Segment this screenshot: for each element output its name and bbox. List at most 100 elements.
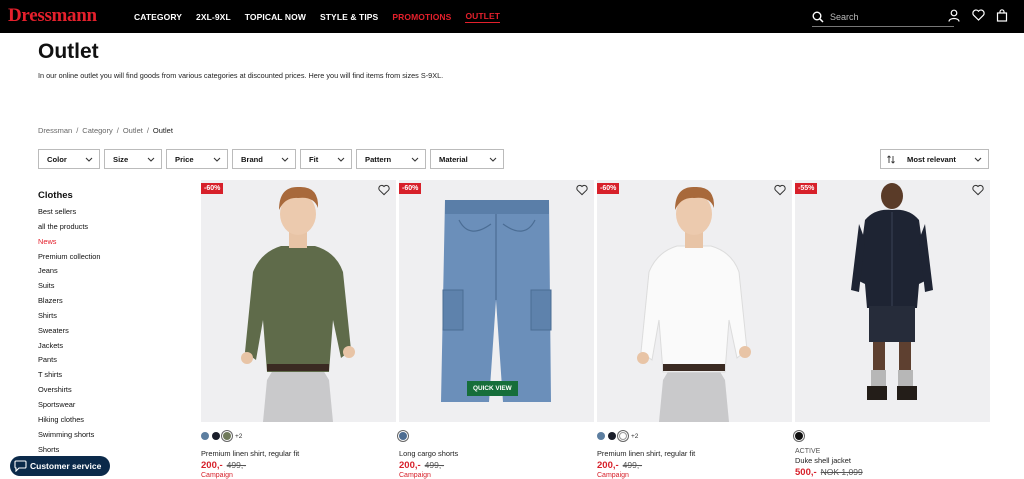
sidebar-item-pants[interactable]: Pants — [38, 353, 100, 368]
color-swatch[interactable] — [608, 432, 616, 440]
sort-label: Most relevant — [907, 154, 956, 164]
man-shell-jacket-image — [851, 183, 933, 400]
sidebar-item-t-shirts[interactable]: T shirts — [38, 368, 100, 383]
chevron-down-icon — [974, 157, 982, 162]
color-swatch-selected[interactable] — [399, 432, 407, 440]
wishlist-heart-icon[interactable] — [774, 184, 786, 196]
color-swatch-selected[interactable] — [619, 432, 627, 440]
nav-category[interactable]: CATEGORY — [134, 12, 182, 22]
wishlist-heart-icon[interactable] — [576, 184, 588, 196]
product-card[interactable]: -60% +2 Premium linen shirt, regular fit… — [597, 180, 792, 479]
breadcrumb-category[interactable]: Category — [82, 126, 112, 135]
page-intro: In our online outlet you will find goods… — [38, 71, 444, 80]
product-name[interactable]: Duke shell jacket — [795, 456, 990, 465]
product-name[interactable]: Long cargo shorts — [399, 449, 594, 458]
nav-promotions[interactable]: PROMOTIONS — [392, 12, 451, 22]
color-swatch[interactable] — [597, 432, 605, 440]
sidebar-item-hiking-clothes[interactable]: Hiking clothes — [38, 413, 100, 428]
product-image[interactable]: -60% — [597, 180, 792, 422]
sidebar-item-news[interactable]: News — [38, 235, 100, 250]
chevron-down-icon — [147, 157, 155, 162]
color-swatch-selected[interactable] — [223, 432, 231, 440]
filter-color[interactable]: Color — [38, 149, 100, 169]
sidebar-item-premium-collection[interactable]: Premium collection — [38, 250, 100, 265]
quick-view-button[interactable]: QUICK VIEW — [467, 381, 518, 396]
product-prices: 200,- 499,- — [399, 460, 594, 471]
discount-badge: -60% — [399, 183, 422, 194]
chevron-down-icon — [213, 157, 221, 162]
nav-outlet[interactable]: OUTLET — [465, 11, 501, 23]
dressmann-logo[interactable]: Dressmann — [8, 5, 97, 27]
product-card[interactable]: -60% +2 Premium linen shirt, regular fit… — [201, 180, 396, 479]
bag-icon[interactable] — [996, 9, 1010, 23]
sidebar-item-sweaters[interactable]: Sweaters — [38, 324, 100, 339]
product-name[interactable]: Premium linen shirt, regular fit — [201, 449, 396, 458]
filter-bar: Color Size Price Brand Fit Pattern Mater… — [38, 149, 504, 169]
more-colors[interactable]: +2 — [631, 433, 638, 440]
man-white-shirt-image — [637, 186, 751, 422]
sidebar-item-sportswear[interactable]: Sportswear — [38, 398, 100, 413]
sidebar-item-blazers[interactable]: Blazers — [38, 294, 100, 309]
filter-material[interactable]: Material — [430, 149, 504, 169]
sidebar-item-suits[interactable]: Suits — [38, 279, 100, 294]
product-image[interactable]: -60% — [201, 180, 396, 422]
color-swatches — [399, 431, 594, 441]
filter-size[interactable]: Size — [104, 149, 162, 169]
filter-price[interactable]: Price — [166, 149, 228, 169]
heart-icon[interactable] — [972, 9, 986, 23]
product-prices: 500,- NOK 1,099 — [795, 467, 990, 478]
product-image[interactable]: -55% — [795, 180, 990, 422]
filter-pattern[interactable]: Pattern — [356, 149, 426, 169]
sale-price: 500,- — [795, 467, 817, 478]
wishlist-heart-icon[interactable] — [972, 184, 984, 196]
sidebar-heading: Clothes — [38, 190, 73, 201]
sidebar-item-shirts[interactable]: Shirts — [38, 309, 100, 324]
product-prices: 200,- 499,- — [597, 460, 792, 471]
original-price: 499,- — [424, 460, 445, 470]
color-swatch[interactable] — [212, 432, 220, 440]
product-image[interactable]: -60% QUICK VIEW — [399, 180, 594, 422]
sidebar-item-jeans[interactable]: Jeans — [38, 264, 100, 279]
nav-style-tips[interactable]: STYLE & TIPS — [320, 12, 378, 22]
nav-topical-now[interactable]: TOPICAL NOW — [245, 12, 306, 22]
campaign-label: Campaign — [597, 472, 629, 479]
more-colors[interactable]: +2 — [235, 433, 242, 440]
header-icons — [948, 9, 1010, 23]
nav-2xl-9xl[interactable]: 2XL-9XL — [196, 12, 231, 22]
filter-brand[interactable]: Brand — [232, 149, 296, 169]
sort-dropdown[interactable]: Most relevant — [880, 149, 989, 169]
search-box — [812, 8, 954, 27]
sidebar-item-all-products[interactable]: all the products — [38, 220, 100, 235]
breadcrumb: Dressman / Category / Outlet / Outlet — [38, 126, 173, 135]
main-nav: CATEGORY 2XL-9XL TOPICAL NOW STYLE & TIP… — [134, 0, 501, 33]
product-name[interactable]: Premium linen shirt, regular fit — [597, 449, 792, 458]
sidebar-item-swimming-shorts[interactable]: Swimming shorts — [38, 428, 100, 443]
wishlist-heart-icon[interactable] — [378, 184, 390, 196]
discount-badge: -55% — [795, 183, 818, 194]
search-input[interactable] — [830, 12, 940, 22]
sidebar-item-jackets[interactable]: Jackets — [38, 339, 100, 354]
breadcrumb-dressman[interactable]: Dressman — [38, 126, 72, 135]
sale-price: 200,- — [201, 460, 223, 471]
chevron-down-icon — [85, 157, 93, 162]
original-price: NOK 1,099 — [820, 467, 863, 477]
product-card[interactable]: -55% ACTIVE Duke shell jacket 500,- NOK 1… — [795, 180, 990, 478]
chevron-down-icon — [411, 157, 419, 162]
sidebar-item-best-sellers[interactable]: Best sellers — [38, 205, 100, 220]
breadcrumb-separator: / — [116, 126, 119, 135]
category-sidebar: Clothes Best sellers all the products Ne… — [38, 190, 100, 457]
breadcrumb-outlet[interactable]: Outlet — [123, 126, 143, 135]
search-icon[interactable] — [812, 11, 824, 23]
sale-price: 200,- — [399, 460, 421, 471]
product-brand: ACTIVE — [795, 448, 821, 455]
customer-service-button[interactable]: Customer service — [10, 456, 111, 476]
color-swatch[interactable] — [201, 432, 209, 440]
color-swatches: +2 — [597, 431, 792, 441]
user-icon[interactable] — [948, 9, 962, 23]
customer-service-label: Customer service — [30, 461, 102, 471]
original-price: 499,- — [622, 460, 643, 470]
color-swatch-selected[interactable] — [795, 432, 803, 440]
filter-fit[interactable]: Fit — [300, 149, 352, 169]
sidebar-item-overshirts[interactable]: Overshirts — [38, 383, 100, 398]
product-card[interactable]: -60% QUICK VIEW Long cargo shorts 200,- 4… — [399, 180, 594, 479]
